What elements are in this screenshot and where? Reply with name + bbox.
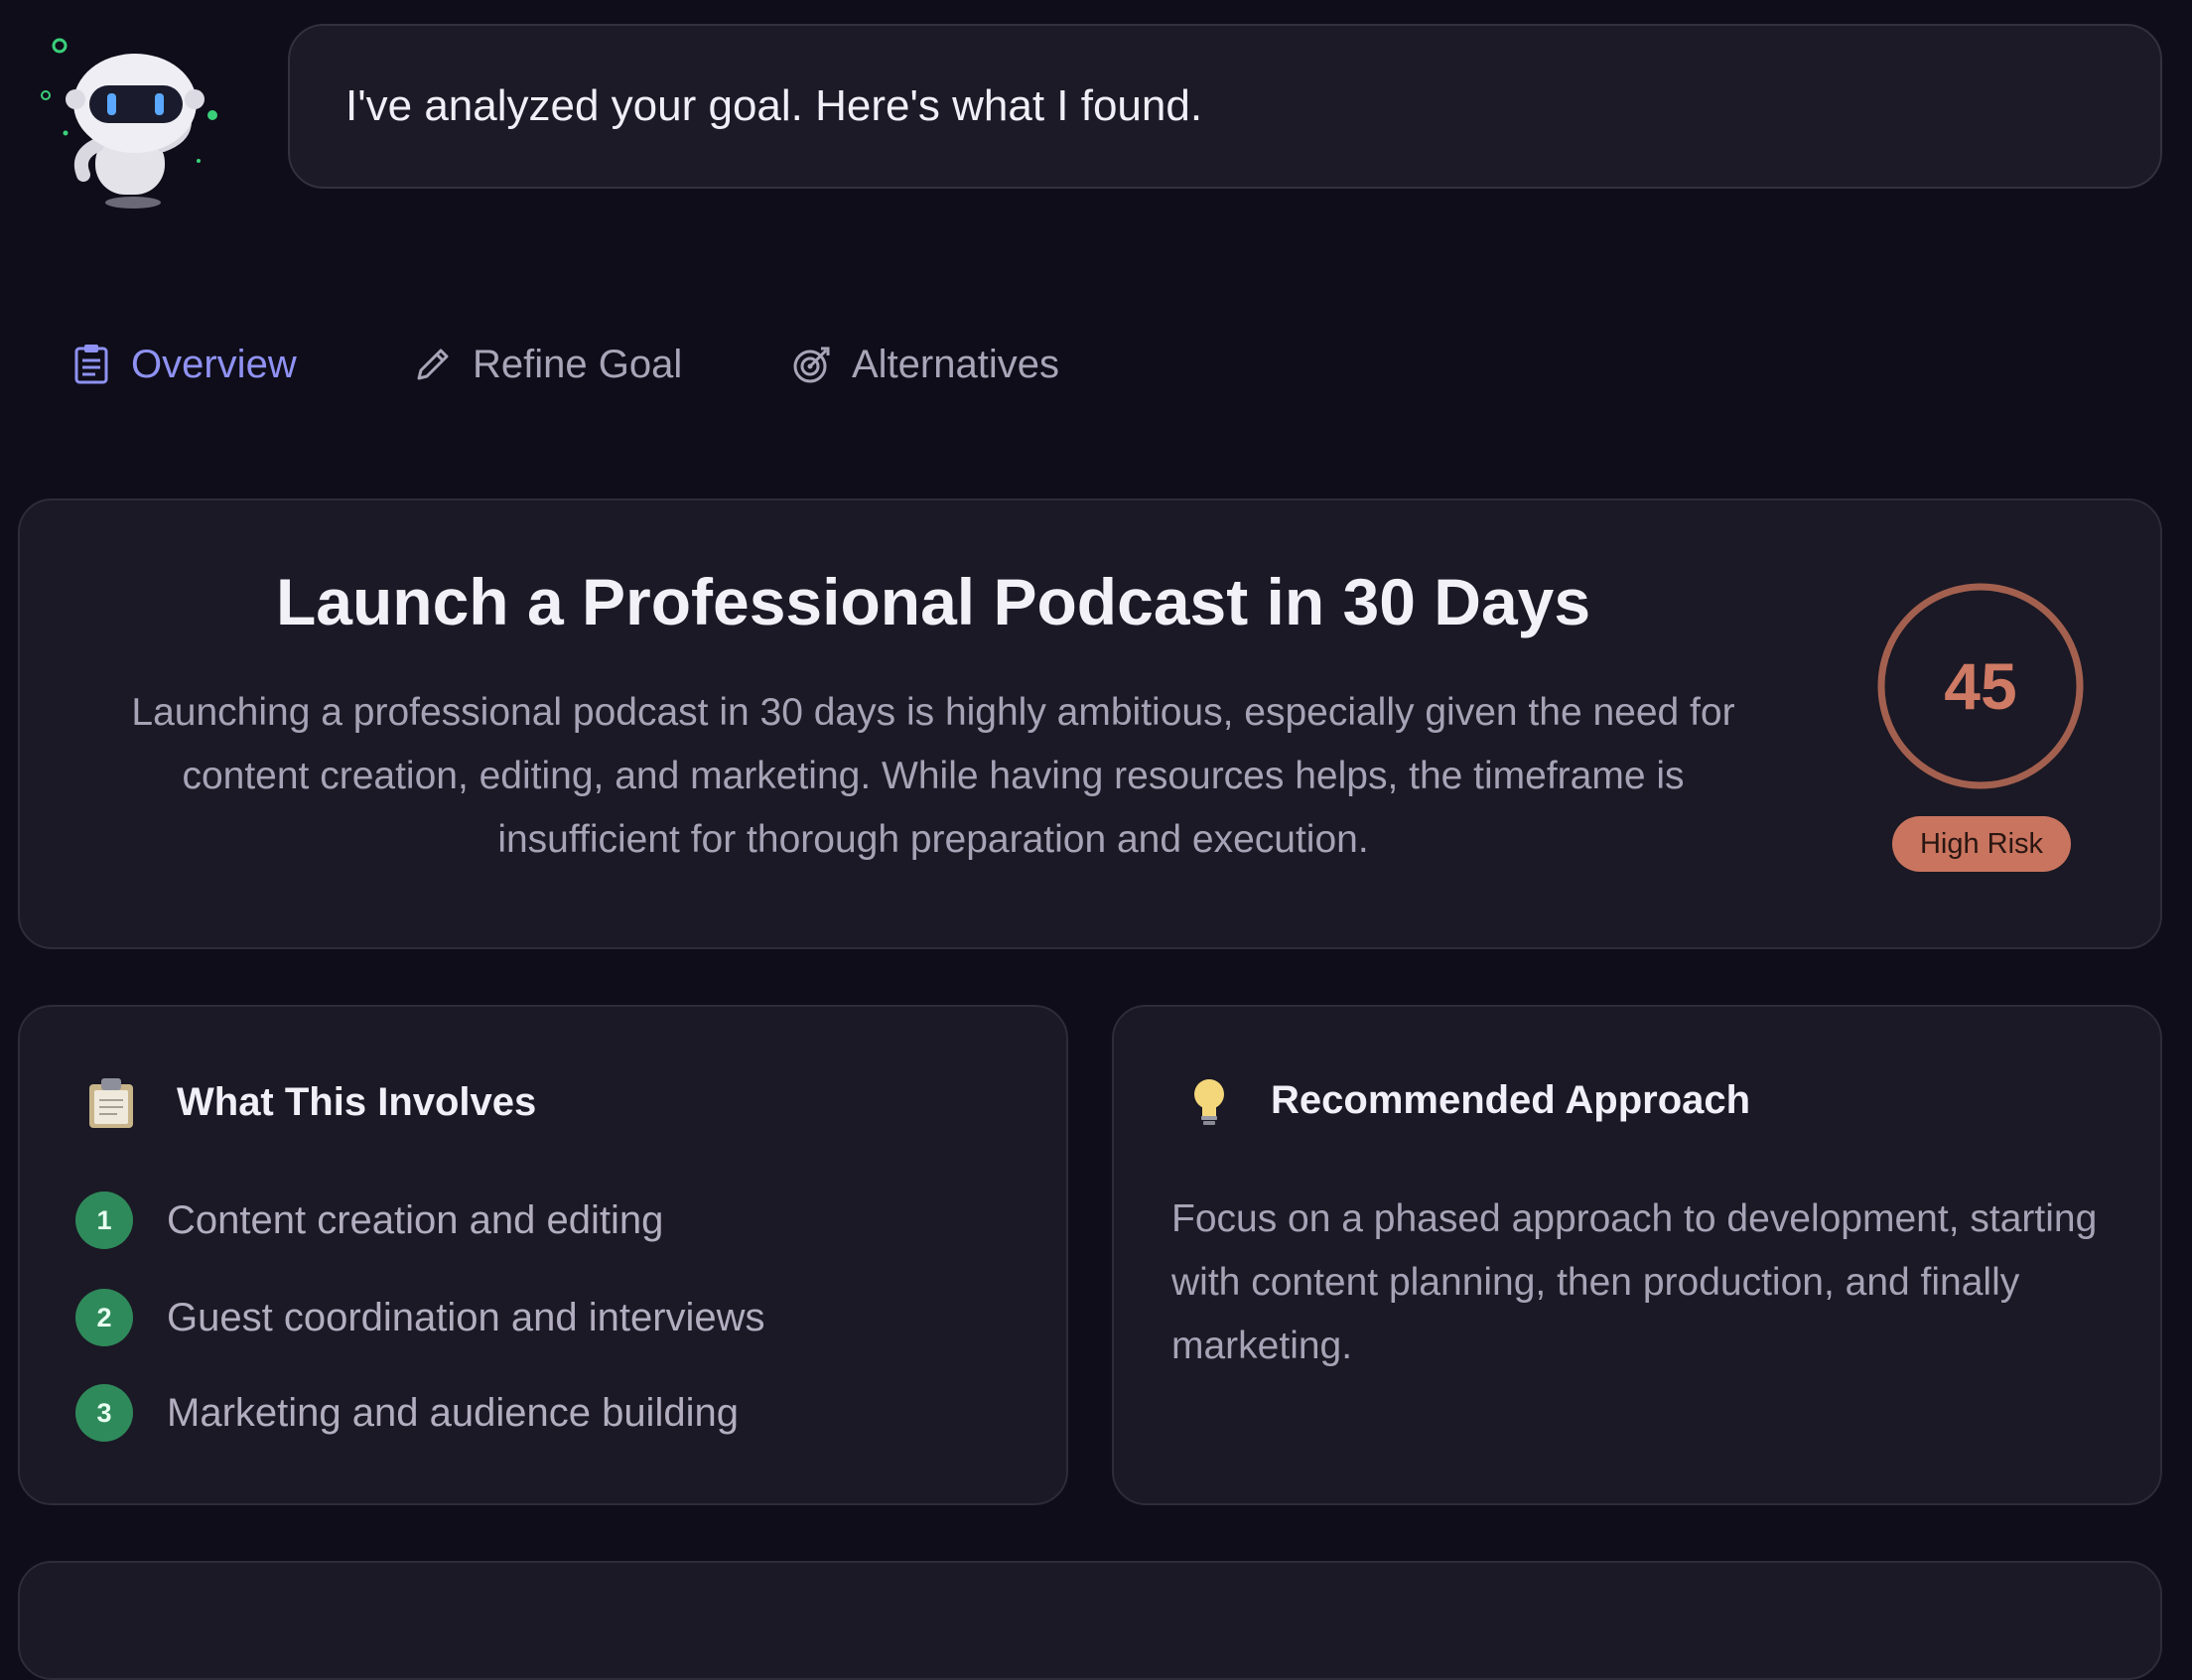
feasibility-score: 45 [1944,649,2017,723]
list-item: 2 Guest coordination and interviews [75,1289,765,1346]
step-number: 2 [75,1289,133,1346]
assistant-message: I've analyzed your goal. Here's what I f… [288,24,2162,189]
approach-header: Recommended Approach [1181,1072,1750,1128]
step-text: Guest coordination and interviews [167,1295,765,1339]
pencil-icon [417,349,449,380]
lightbulb-icon [1194,1079,1224,1125]
robot-icon [41,38,217,209]
tab-refine-goal-label: Refine Goal [473,342,683,386]
step-number: 1 [75,1191,133,1249]
step-text: Content creation and editing [167,1197,664,1242]
step-number: 3 [75,1384,133,1442]
tab-overview[interactable]: Overview [69,330,297,399]
clipboard-icon [89,1078,133,1128]
tab-alternatives-label: Alternatives [852,342,1059,386]
list-item: 3 Marketing and audience building [75,1384,739,1442]
tab-refine-goal[interactable]: Refine Goal [411,330,682,399]
target-icon [793,347,830,383]
involves-header: What This Involves [83,1074,536,1130]
approach-text: Focus on a phased approach to developmen… [1171,1197,2098,1367]
approach-title: Recommended Approach [1271,1077,1751,1122]
risk-badge: High Risk [1892,816,2071,872]
goal-title: Launch a Professional Podcast in 30 Days [275,565,1591,638]
next-section-card [18,1561,2162,1680]
tab-alternatives[interactable]: Alternatives [790,330,1059,399]
tab-overview-label: Overview [131,342,297,386]
involves-title: What This Involves [177,1079,537,1124]
goal-description: Launching a professional podcast in 30 d… [131,691,1735,861]
assistant-avatar [36,26,232,214]
list-item: 1 Content creation and editing [75,1191,663,1249]
step-text: Marketing and audience building [167,1390,739,1435]
clipboard-icon [74,345,108,384]
